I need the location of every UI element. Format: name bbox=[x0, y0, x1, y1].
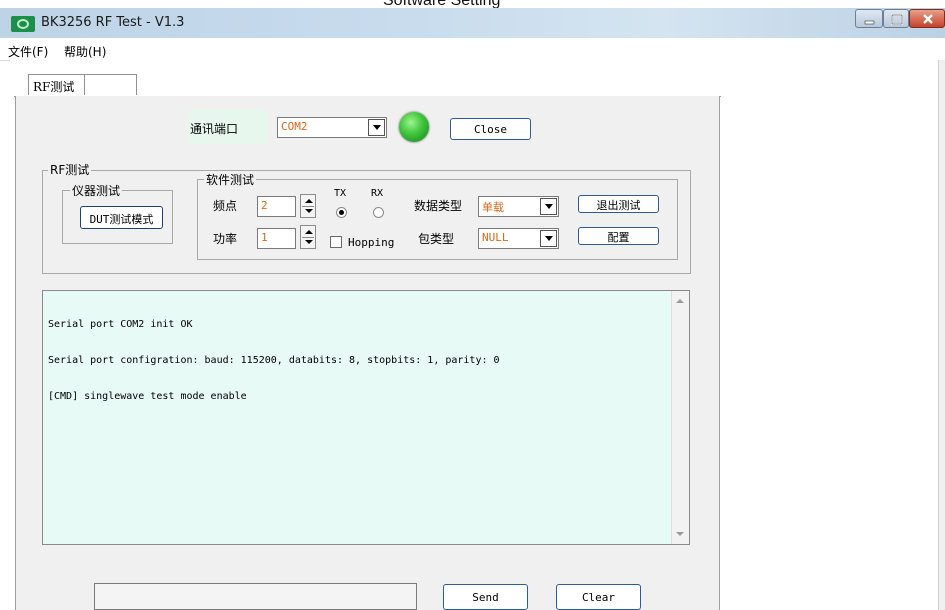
maximize-button[interactable] bbox=[883, 9, 909, 28]
spin-down-icon bbox=[305, 209, 313, 213]
freq-value: 2 bbox=[261, 199, 268, 212]
spin-down-icon bbox=[305, 240, 313, 244]
send-button[interactable]: Send bbox=[443, 584, 528, 610]
caption-strip: Software Setting bbox=[0, 0, 945, 8]
maximize-icon bbox=[891, 14, 903, 25]
rf-test-group-title: RF测试 bbox=[48, 161, 92, 178]
dut-test-mode-button[interactable]: DUT测试模式 bbox=[80, 206, 163, 229]
close-port-label: Close bbox=[473, 123, 508, 136]
log-scrollbar[interactable] bbox=[671, 291, 689, 544]
send-input[interactable] bbox=[94, 583, 417, 610]
close-window-button[interactable] bbox=[909, 9, 945, 28]
minimize-button[interactable] bbox=[855, 9, 883, 28]
data-type-select[interactable]: 单载 bbox=[478, 196, 559, 217]
packet-type-select[interactable]: NULL bbox=[478, 228, 559, 249]
chevron-down-icon[interactable] bbox=[540, 230, 557, 247]
instrument-test-title: 仪器测试 bbox=[70, 182, 123, 199]
tx-radio[interactable] bbox=[336, 207, 347, 218]
packet-type-label: 包类型 bbox=[418, 232, 455, 246]
app-icon bbox=[11, 16, 35, 32]
spin-up-icon bbox=[305, 199, 313, 203]
menu-file[interactable]: 文件(F) bbox=[8, 43, 48, 60]
freq-label: 频点 bbox=[213, 199, 238, 213]
caption-text: Software Setting bbox=[383, 0, 500, 8]
log-output[interactable]: Serial port COM2 init OK Serial port con… bbox=[42, 290, 690, 545]
scroll-down-icon[interactable] bbox=[676, 532, 684, 536]
clear-button[interactable]: Clear bbox=[556, 584, 641, 610]
window-title: BK3256 RF Test - V1.3 bbox=[41, 15, 185, 30]
spin-up-icon bbox=[305, 230, 313, 234]
tab-second[interactable] bbox=[85, 74, 137, 95]
data-type-value: 单载 bbox=[482, 201, 504, 214]
close-icon bbox=[923, 14, 933, 24]
hopping-label: Hopping bbox=[348, 236, 395, 249]
hopping-checkbox[interactable] bbox=[330, 236, 342, 248]
rx-radio[interactable] bbox=[373, 207, 384, 218]
menu-help[interactable]: 帮助(H) bbox=[64, 43, 106, 60]
log-lines: Serial port COM2 init OK Serial port con… bbox=[48, 295, 500, 427]
log-line: Serial port COM2 init OK bbox=[48, 319, 193, 330]
tx-label: TX bbox=[334, 188, 347, 199]
software-test-title: 软件测试 bbox=[204, 171, 257, 188]
tab-rf-test[interactable]: RF测试 bbox=[28, 74, 85, 95]
log-line: Serial port configration: baud: 115200, … bbox=[48, 355, 500, 366]
title-bar[interactable]: BK3256 RF Test - V1.3 bbox=[0, 8, 945, 38]
dut-test-mode-label: DUT测试模式 bbox=[89, 213, 154, 226]
chevron-down-icon[interactable] bbox=[540, 198, 557, 215]
comm-port-select[interactable]: COM2 bbox=[277, 117, 387, 138]
minimize-icon bbox=[864, 20, 875, 25]
window-scrollbar[interactable] bbox=[938, 60, 945, 610]
power-value: 1 bbox=[261, 231, 268, 244]
power-spinner[interactable] bbox=[300, 225, 316, 249]
right-blank-area bbox=[722, 60, 930, 610]
exit-test-label: 退出测试 bbox=[596, 199, 641, 212]
scroll-up-icon[interactable] bbox=[676, 299, 684, 303]
data-type-label: 数据类型 bbox=[414, 199, 463, 213]
packet-type-value: NULL bbox=[482, 231, 509, 244]
comm-port-value: COM2 bbox=[281, 120, 308, 133]
comm-port-label: 通讯端口 bbox=[190, 122, 239, 136]
connection-status-led-icon bbox=[399, 112, 429, 142]
log-line: [CMD] singlewave test mode enable bbox=[48, 391, 247, 402]
rx-label: RX bbox=[371, 188, 384, 199]
config-button[interactable]: 配置 bbox=[578, 227, 659, 245]
power-input[interactable]: 1 bbox=[257, 228, 296, 249]
config-label: 配置 bbox=[607, 231, 630, 244]
tab-rf-test-label: RF测试 bbox=[33, 80, 75, 94]
send-label: Send bbox=[472, 591, 499, 604]
exit-test-button[interactable]: 退出测试 bbox=[578, 195, 659, 213]
power-label: 功率 bbox=[213, 232, 238, 246]
freq-input[interactable]: 2 bbox=[257, 196, 296, 217]
chevron-down-icon[interactable] bbox=[368, 119, 385, 136]
menu-bar: 文件(F) 帮助(H) bbox=[0, 38, 945, 61]
freq-spinner[interactable] bbox=[300, 194, 316, 218]
close-port-button[interactable]: Close bbox=[450, 118, 531, 140]
clear-label: Clear bbox=[581, 591, 616, 604]
